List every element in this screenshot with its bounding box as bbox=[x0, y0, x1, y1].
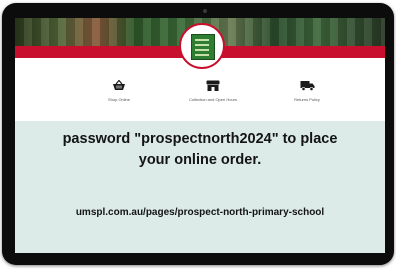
password-message: password "prospectnorth2024" to place yo… bbox=[23, 129, 377, 171]
camera-dot bbox=[203, 9, 207, 13]
store-icon bbox=[206, 80, 220, 91]
feature-icon-row: Shop Online Collection and Open Hours Re… bbox=[15, 80, 385, 114]
shop-online-link[interactable]: Shop Online bbox=[79, 80, 159, 102]
password-message-line-2: your online order. bbox=[138, 152, 262, 168]
truck-icon bbox=[300, 81, 314, 91]
shop-online-label: Shop Online bbox=[107, 97, 130, 102]
store-url[interactable]: umspl.com.au/pages/prospect-north-primar… bbox=[15, 207, 385, 219]
basket-icon bbox=[113, 80, 125, 90]
tablet-frame: Shop Online Collection and Open Hours Re… bbox=[2, 3, 394, 265]
collection-hours-link[interactable]: Collection and Open Hours bbox=[173, 80, 253, 102]
collection-hours-label: Collection and Open Hours bbox=[188, 97, 238, 102]
password-notice-panel: password "prospectnorth2024" to place yo… bbox=[15, 121, 385, 253]
screen: Shop Online Collection and Open Hours Re… bbox=[15, 18, 385, 253]
school-logo[interactable] bbox=[179, 23, 225, 69]
returns-policy-label: Returns Policy bbox=[294, 97, 320, 102]
returns-policy-link[interactable]: Returns Policy bbox=[267, 80, 347, 102]
password-message-line-1: password "prospectnorth2024" to place bbox=[62, 131, 338, 147]
school-crest-icon bbox=[191, 34, 215, 60]
